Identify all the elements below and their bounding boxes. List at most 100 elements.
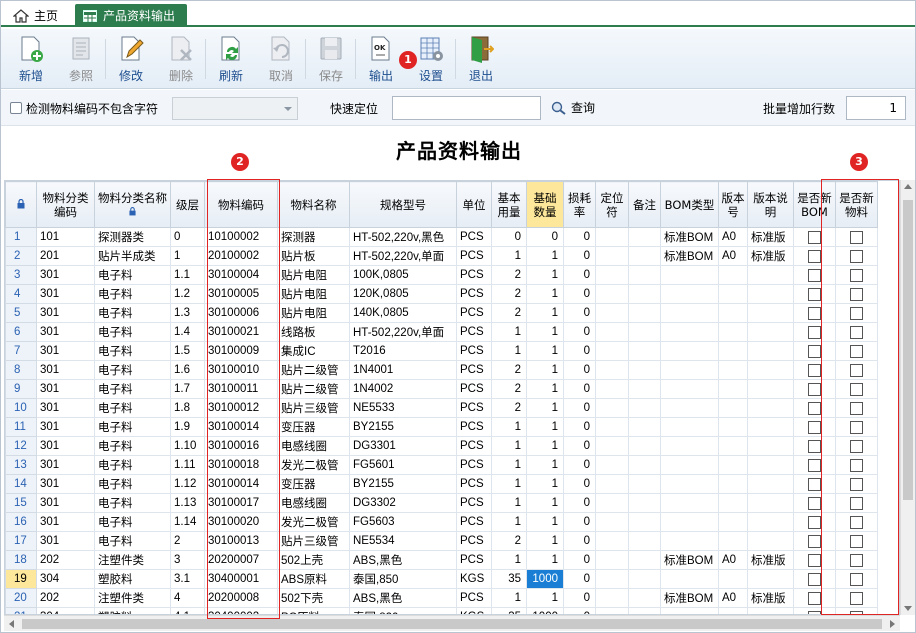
cell-material-code[interactable]: 30100012 <box>204 398 278 418</box>
cell-remark[interactable] <box>628 341 661 361</box>
cell-category-code[interactable]: 301 <box>36 265 95 285</box>
checkbox[interactable] <box>850 420 863 434</box>
cell-base-usage[interactable]: 1 <box>491 436 527 456</box>
cell-category-code[interactable]: 301 <box>36 379 95 399</box>
col-header[interactable]: 基础数量 <box>526 181 564 228</box>
checkbox[interactable] <box>850 496 863 510</box>
cell-level[interactable]: 1.8 <box>170 398 205 418</box>
cell-locator[interactable] <box>595 550 629 570</box>
cell-material-name[interactable]: 贴片三级管 <box>277 398 350 418</box>
new-button[interactable]: 新增 <box>9 35 53 85</box>
cell-material-name[interactable]: 发光二极管 <box>277 455 350 475</box>
cell-category-name[interactable]: 注塑件类 <box>94 550 171 570</box>
checkbox[interactable] <box>808 420 821 434</box>
cell-category-code[interactable]: 301 <box>36 417 95 437</box>
checkbox[interactable] <box>808 401 821 415</box>
table-row[interactable]: 12 301 电子料 1.10 30100016 电感线圈 DG3301 PCS 1 1 0 <box>5 436 878 456</box>
cell-base-usage[interactable]: 1 <box>491 474 527 494</box>
cell-bom-type[interactable]: 标准BOM <box>660 550 719 570</box>
cell-level[interactable]: 1.13 <box>170 493 205 513</box>
cell-loss-rate[interactable]: 0 <box>563 550 596 570</box>
row-number[interactable]: 2 <box>5 246 37 266</box>
cell-material-code[interactable]: 30100009 <box>204 341 278 361</box>
table-row[interactable]: 11 301 电子料 1.9 30100014 变压器 BY2155 PCS 1 1 0 <box>5 417 878 437</box>
row-number[interactable]: 20 <box>5 588 37 608</box>
cell-category-code[interactable]: 301 <box>36 512 95 532</box>
row-number[interactable]: 12 <box>5 436 37 456</box>
cell-version[interactable] <box>718 512 748 532</box>
cell-material-code[interactable]: 20200007 <box>204 550 278 570</box>
cell-bom-type[interactable] <box>660 474 719 494</box>
checkbox[interactable] <box>808 439 821 453</box>
cell-spec[interactable]: FG5601 <box>349 455 457 475</box>
col-header[interactable]: 级层 <box>170 181 205 228</box>
cell-spec[interactable]: DG3302 <box>349 493 457 513</box>
cell-category-code[interactable]: 301 <box>36 360 95 380</box>
cell-bom-type[interactable] <box>660 512 719 532</box>
cell-base-qty[interactable]: 1 <box>526 303 564 323</box>
cell-locator[interactable] <box>595 246 629 266</box>
cell-category-code[interactable]: 301 <box>36 284 95 304</box>
cell-category-code[interactable]: 202 <box>36 550 95 570</box>
cell-level[interactable]: 1.3 <box>170 303 205 323</box>
checkbox[interactable] <box>808 344 821 358</box>
checkbox[interactable] <box>850 591 863 605</box>
cell-bom-type[interactable] <box>660 265 719 285</box>
col-header[interactable]: 是否新BOM <box>793 181 836 228</box>
cell-material-name[interactable]: 变压器 <box>277 417 350 437</box>
cell-category-code[interactable]: 301 <box>36 436 95 456</box>
cell-unit[interactable]: PCS <box>456 550 492 570</box>
cell-remark[interactable] <box>628 284 661 304</box>
cell-unit[interactable]: PCS <box>456 322 492 342</box>
cell-spec[interactable]: 140K,0805 <box>349 303 457 323</box>
cell-base-usage[interactable]: 2 <box>491 360 527 380</box>
checkbox[interactable] <box>808 458 821 472</box>
cell-locator[interactable] <box>595 588 629 608</box>
cell-material-name[interactable]: 贴片三级管 <box>277 531 350 551</box>
cell-base-usage[interactable]: 1 <box>491 512 527 532</box>
cell-category-name[interactable]: 电子料 <box>94 398 171 418</box>
col-header[interactable]: 版本说明 <box>747 181 794 228</box>
cell-level[interactable]: 1.12 <box>170 474 205 494</box>
cell-level[interactable]: 1.10 <box>170 436 205 456</box>
scroll-left-icon[interactable] <box>9 620 14 628</box>
cell-remark[interactable] <box>628 588 661 608</box>
cell-material-name[interactable]: 电感线圈 <box>277 493 350 513</box>
cell-bom-type[interactable]: 标准BOM <box>660 588 719 608</box>
cell-version-desc[interactable] <box>747 436 794 456</box>
checkbox[interactable] <box>850 458 863 472</box>
cell-material-name[interactable]: 发光二极管 <box>277 512 350 532</box>
cell-category-name[interactable]: 电子料 <box>94 284 171 304</box>
cell-unit[interactable]: PCS <box>456 227 492 247</box>
cell-material-code[interactable]: 30100018 <box>204 455 278 475</box>
cell-spec[interactable]: T2016 <box>349 341 457 361</box>
cell-base-usage[interactable]: 2 <box>491 531 527 551</box>
cell-material-code[interactable]: 20200008 <box>204 588 278 608</box>
scroll-down-icon[interactable] <box>904 606 912 611</box>
cell-remark[interactable] <box>628 303 661 323</box>
cell-version[interactable] <box>718 360 748 380</box>
save-button[interactable]: 保存 <box>309 35 353 85</box>
cell-category-name[interactable]: 电子料 <box>94 341 171 361</box>
cell-level[interactable]: 0 <box>170 227 205 247</box>
row-number[interactable]: 9 <box>5 379 37 399</box>
cell-loss-rate[interactable]: 0 <box>563 246 596 266</box>
checkbox[interactable] <box>808 553 821 567</box>
cell-level[interactable]: 1.7 <box>170 379 205 399</box>
cell-level[interactable]: 1.14 <box>170 512 205 532</box>
cell-unit[interactable]: PCS <box>456 246 492 266</box>
checkbox[interactable] <box>850 230 863 244</box>
cell-base-qty[interactable]: 1 <box>526 455 564 475</box>
cell-locator[interactable] <box>595 417 629 437</box>
tab-product-export[interactable]: 产品资料输出 <box>75 4 187 27</box>
cell-locator[interactable] <box>595 379 629 399</box>
row-number[interactable]: 16 <box>5 512 37 532</box>
cell-category-code[interactable]: 301 <box>36 303 95 323</box>
table-row[interactable]: 4 301 电子料 1.2 30100005 贴片电阻 120K,0805 PCS 2 1 0 <box>5 284 878 304</box>
table-row[interactable]: 7 301 电子料 1.5 30100009 集成IC T2016 PCS 1 1 0 <box>5 341 878 361</box>
cell-material-name[interactable]: 变压器 <box>277 474 350 494</box>
delete-button[interactable]: 删除 <box>159 35 203 85</box>
cell-base-usage[interactable]: 1 <box>491 341 527 361</box>
cell-material-name[interactable]: 电感线圈 <box>277 436 350 456</box>
row-number[interactable]: 14 <box>5 474 37 494</box>
